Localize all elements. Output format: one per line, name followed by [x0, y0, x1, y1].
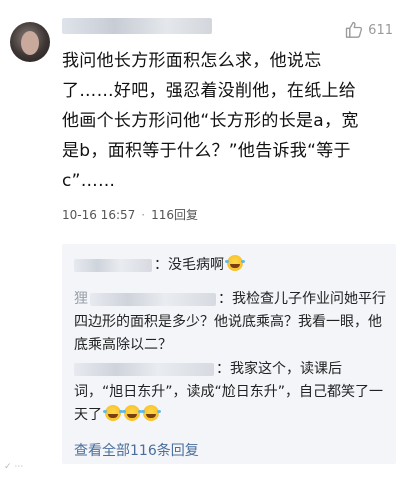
laughing-tears-emoji-icon [122, 405, 140, 421]
meta-separator: · [141, 207, 146, 222]
comment-timestamp: 10-16 16:57 [62, 207, 136, 222]
like-button[interactable]: 611 [344, 20, 393, 40]
laughing-tears-emoji-icon [225, 255, 243, 271]
reply-item[interactable]: ：没毛病啊 [74, 254, 388, 277]
reply-author-blurred[interactable] [74, 362, 214, 376]
avatar-face [21, 31, 39, 55]
laughing-tears-emoji-icon [103, 405, 121, 421]
reply-author-initial: 狸 [74, 291, 88, 307]
reply-text: ：没毛病啊 [154, 257, 224, 273]
laughing-tears-emoji-icon [141, 405, 159, 421]
thumbs-up-icon [344, 20, 364, 40]
reply-count-button[interactable]: 116回复 [151, 206, 198, 223]
reply-author-blurred[interactable] [74, 258, 152, 272]
avatar[interactable] [10, 22, 50, 62]
reply-item[interactable]: 狸：我检查儿子作业问她平行四边形的面积是多少？他说底乘高？我看一眼，他底乘高除以… [74, 288, 388, 357]
replies-panel: ：没毛病啊 狸：我检查儿子作业问她平行四边形的面积是多少？他说底乘高？我看一眼，… [62, 244, 396, 464]
watermark: ✓ ⋯ [4, 462, 24, 472]
comment-meta: 10-16 16:57 · 116回复 [62, 206, 198, 223]
comment-text: 我问他长方形面积怎么求，他说忘 了……好吧，强忍着没削他，在纸上给 他画个长方形… [62, 51, 359, 191]
reply-author-blurred[interactable] [90, 292, 216, 306]
reply-item[interactable]: ：我家这个，读课后词，“旭日东升”，读成“尬日东升”，自己都笑了一天了 [74, 358, 388, 427]
like-count: 611 [368, 22, 393, 38]
username-blurred[interactable] [62, 18, 212, 34]
view-all-replies-link[interactable]: 查看全部116条回复 [74, 440, 199, 460]
